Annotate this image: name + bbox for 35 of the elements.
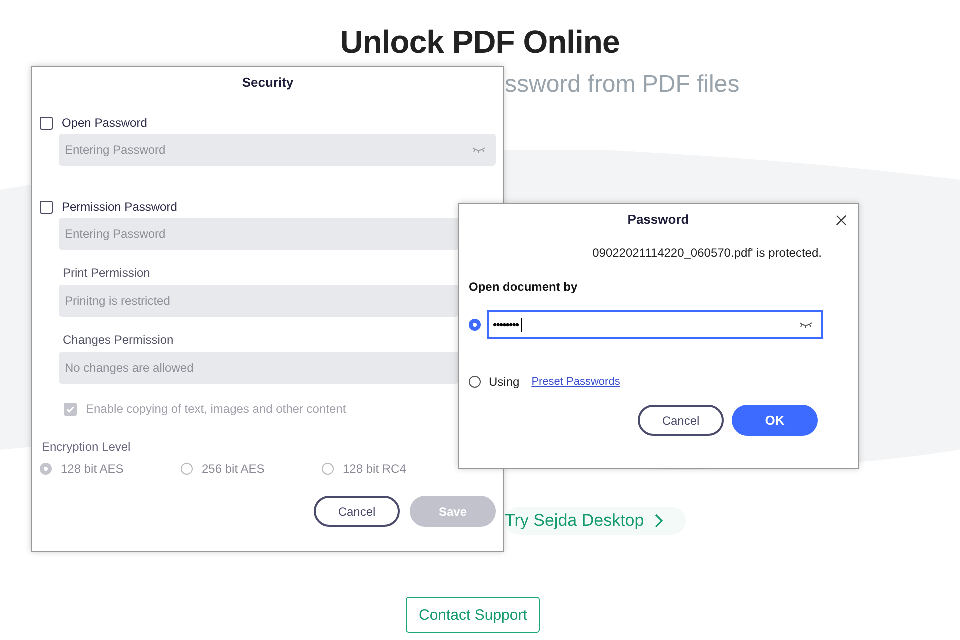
radio-label: Using — [489, 375, 520, 389]
radio-button[interactable] — [469, 318, 481, 330]
radio-label: 128 bit AES — [61, 462, 124, 476]
page-subtitle: ssword from PDF files — [505, 71, 740, 99]
cancel-button[interactable]: Cancel — [638, 405, 724, 436]
radio-button[interactable] — [322, 463, 334, 475]
close-icon[interactable] — [836, 215, 847, 226]
eye-closed-icon[interactable] — [799, 320, 813, 328]
contact-support-button[interactable]: Contact Support — [406, 597, 540, 633]
password-field[interactable]: •••••••• — [487, 310, 823, 339]
cancel-button[interactable]: Cancel — [314, 496, 400, 527]
dialog-title: Security — [242, 75, 294, 90]
radio-button[interactable] — [40, 463, 52, 475]
ok-button[interactable]: OK — [732, 405, 818, 436]
chevron-icon — [654, 513, 664, 529]
page-title: Unlock PDF Online — [339, 24, 621, 61]
checkbox[interactable] — [40, 200, 53, 214]
checkbox-label: Permission Password — [62, 200, 178, 214]
section-label: Open document by — [469, 280, 579, 294]
preset-passwords-link[interactable]: Preset Passwords — [532, 376, 620, 388]
radio-label: 256 bit AES — [202, 462, 265, 476]
radio-button[interactable] — [469, 376, 481, 388]
desktop-link[interactable]: Try Sejda Desktop — [505, 507, 686, 535]
section-label: Encryption Level — [42, 440, 132, 454]
checkbox-label: Enable copying of text, images and other content — [86, 402, 346, 416]
changes-permission-select[interactable]: No changes are allowed — [59, 352, 459, 384]
print-permission-select[interactable]: Prinitng is restricted — [59, 285, 459, 317]
checkbox[interactable] — [40, 116, 53, 130]
field-label: Print Permission — [63, 266, 152, 280]
field-label: Changes Permission — [63, 333, 175, 347]
dialog-title: Password — [628, 212, 690, 227]
radio-button[interactable] — [181, 463, 193, 475]
checkbox-label: Open Password — [62, 116, 148, 130]
radio-label: 128 bit RC4 — [343, 462, 406, 476]
protected-message: 09022021114220_060570.pdf' is protected. — [592, 246, 822, 260]
